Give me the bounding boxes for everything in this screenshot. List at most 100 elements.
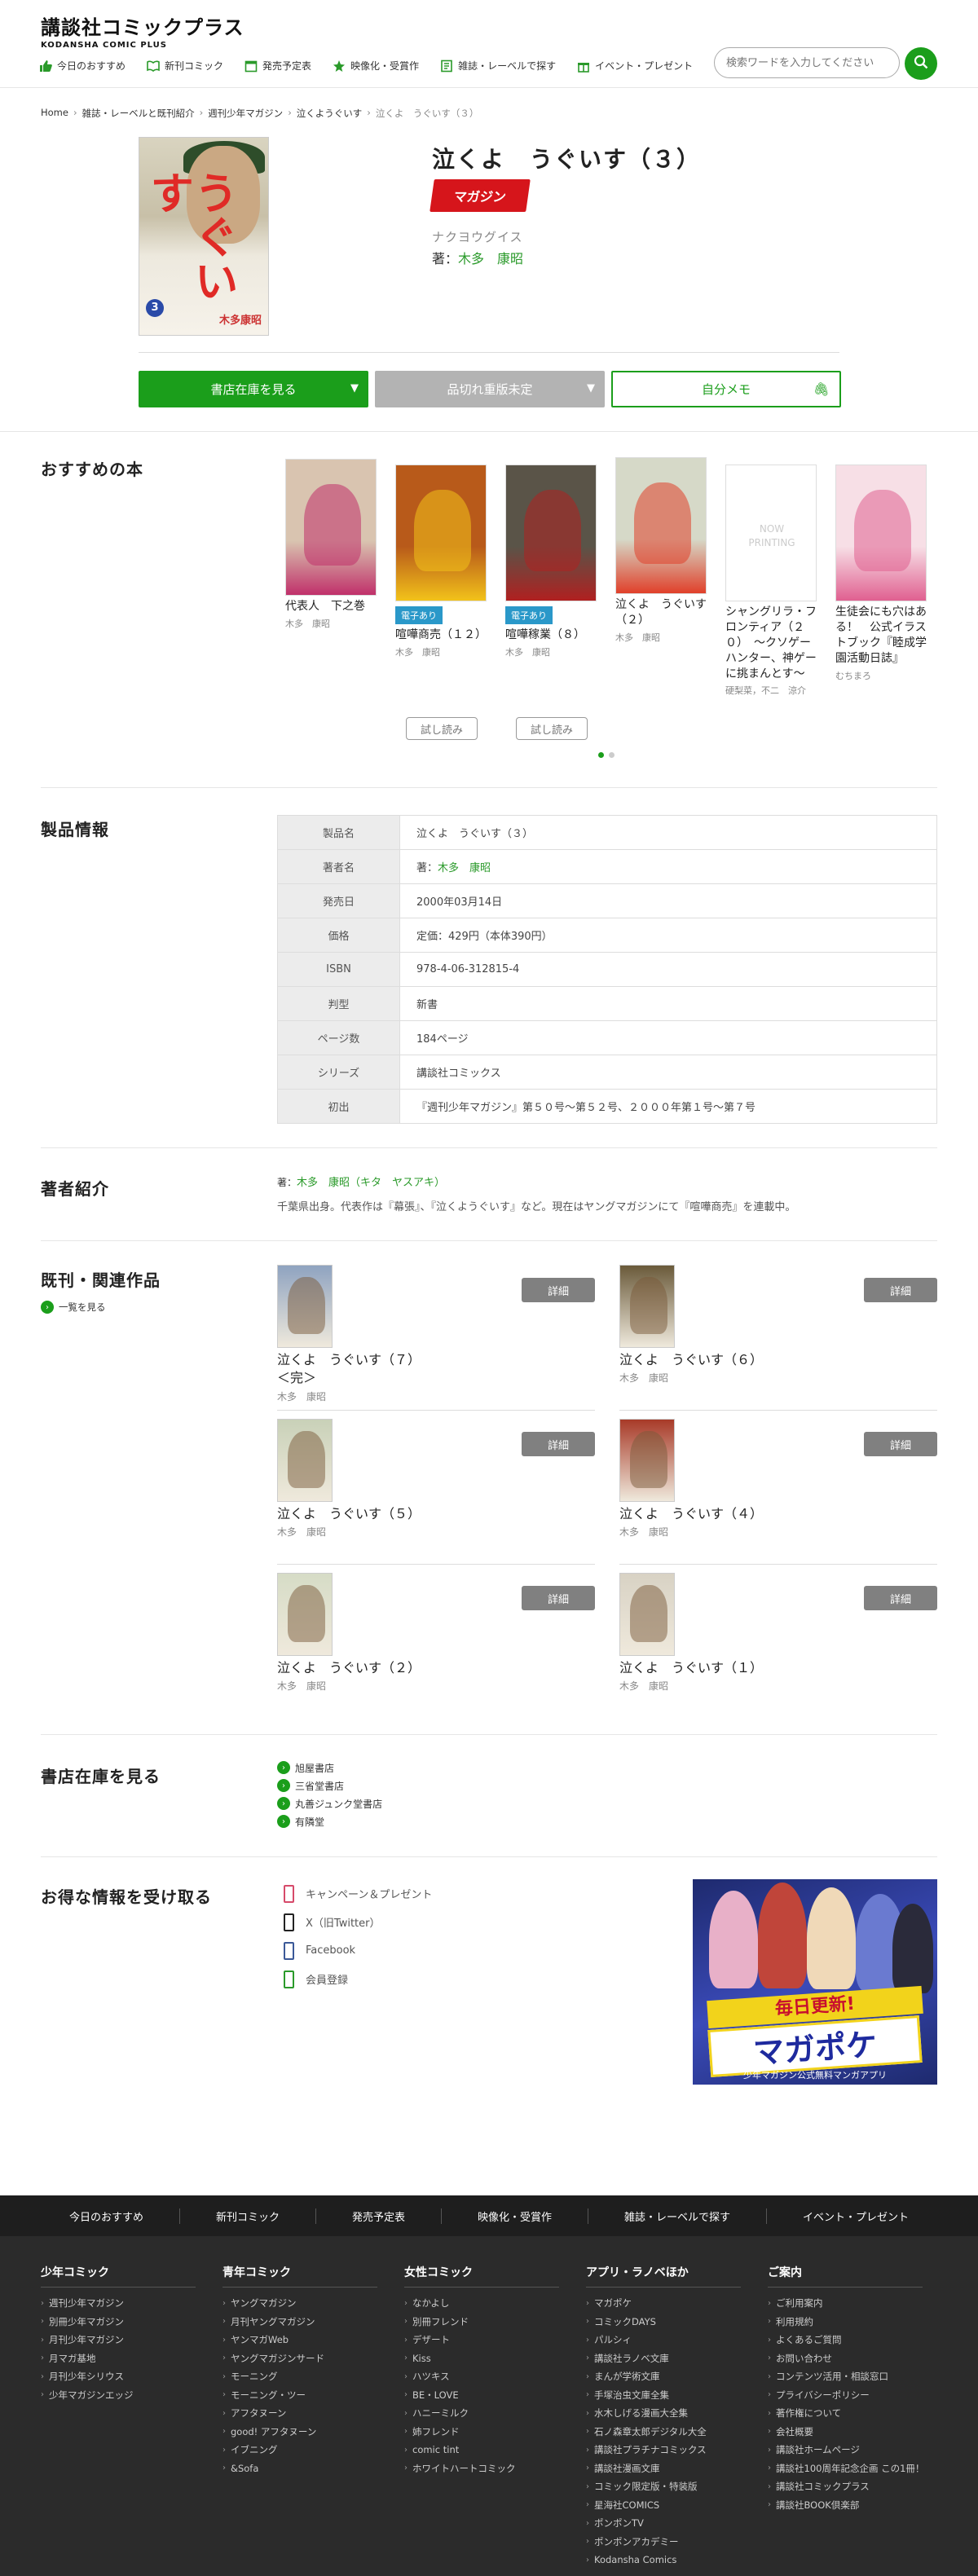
breadcrumb-series[interactable]: 泣くようぐいす <box>297 107 363 120</box>
footer-link[interactable]: › 講談社100周年記念企画 この1冊！ <box>768 2459 931 2478</box>
recommend-item[interactable]: NOW PRINTING シャングリラ・フロンティア（２０） ～クソゲーハンター、… <box>725 465 817 697</box>
store-link[interactable]: › 丸善ジュンク堂書店 <box>277 1794 382 1812</box>
footer-link[interactable]: › 別冊フレンド <box>404 2313 567 2332</box>
related-cover[interactable] <box>619 1419 675 1502</box>
campaign-link[interactable]: キャンペーン＆プレゼント <box>284 1879 432 1908</box>
footer-link[interactable]: › モーニング <box>222 2367 385 2386</box>
footer-link[interactable]: › ヤングマガジンサード <box>222 2349 385 2368</box>
recommend-cover[interactable]: NOW PRINTING <box>725 465 817 601</box>
breadcrumb-home[interactable]: Home <box>41 107 68 120</box>
detail-button[interactable]: 詳細 <box>864 1432 937 1456</box>
detail-button[interactable]: 詳細 <box>522 1586 595 1610</box>
related-cover[interactable] <box>277 1573 333 1656</box>
footer-link[interactable]: › 少年マガジンエッジ <box>41 2386 204 2405</box>
footer-link[interactable]: › 月刊ヤングマガジン <box>222 2313 385 2332</box>
related-cover[interactable] <box>619 1573 675 1656</box>
recommend-item-title[interactable]: 生徒会にも穴はある！ 公式イラストブック『睦成学園活動日誌』 <box>835 605 927 667</box>
footer-link[interactable]: › 講談社ラノベ文庫 <box>586 2349 749 2368</box>
recommend-item-title[interactable]: 泣くよ うぐいす（２） <box>615 597 707 628</box>
recommend-item-title[interactable]: 喧嘩稼業（８） <box>505 627 597 643</box>
footer-link[interactable]: › ポンポンアカデミー <box>586 2533 749 2552</box>
footer-link[interactable]: › パルシィ <box>586 2331 749 2349</box>
footer-link[interactable]: › コミック限定版・特装版 <box>586 2477 749 2496</box>
footer-link[interactable]: › Kiss <box>404 2349 567 2368</box>
magazine-logo[interactable]: マガジン <box>430 179 531 212</box>
recommend-item[interactable]: 代表人 下之巻 木多 康昭 <box>285 459 377 630</box>
related-cover[interactable] <box>277 1419 333 1502</box>
footer-link[interactable]: › comic tint <box>404 2441 567 2459</box>
footer-link[interactable]: › プライバシーポリシー <box>768 2386 931 2405</box>
footer-link[interactable]: › ハニーミルク <box>404 2404 567 2423</box>
author-link[interactable]: 木多 康昭 <box>438 862 491 874</box>
footer-nav-item[interactable]: 雑誌・レーベルで探す <box>588 2208 768 2224</box>
detail-button[interactable]: 詳細 <box>864 1278 937 1302</box>
related-title[interactable]: 泣くよ うぐいす（２） <box>277 1659 421 1677</box>
footer-link[interactable]: › 手塚治虫文庫全集 <box>586 2386 749 2405</box>
view-all-link[interactable]: › 一覧を見る <box>41 1301 106 1314</box>
register-link[interactable]: 会員登録 <box>284 1965 432 1993</box>
carousel-dot-active[interactable] <box>598 752 604 758</box>
footer-nav-item[interactable]: 映像化・受賞作 <box>442 2208 589 2224</box>
related-title[interactable]: 泣くよ うぐいす（７）＜完＞ <box>277 1351 416 1388</box>
footer-link[interactable]: › 講談社コミックプラス <box>768 2477 931 2496</box>
footer-link[interactable]: › マガポケ <box>586 2294 749 2313</box>
footer-nav-item[interactable]: 発売予定表 <box>316 2208 442 2224</box>
recommend-item[interactable]: 泣くよ うぐいす（２） 木多 康昭 <box>615 457 707 644</box>
footer-link[interactable]: › コンテンツ活用・相談窓口 <box>768 2367 931 2386</box>
footer-link[interactable]: › 月刊少年シリウス <box>41 2367 204 2386</box>
facebook-link[interactable]: Facebook <box>284 1936 432 1965</box>
nav-magazines[interactable]: 雑誌・レーベルで探す <box>440 59 556 73</box>
author-link[interactable]: 木多 康昭 <box>458 251 523 266</box>
search-input[interactable] <box>714 47 900 78</box>
footer-link[interactable]: › 著作権について <box>768 2404 931 2423</box>
related-title[interactable]: 泣くよ うぐいす（５） <box>277 1505 421 1523</box>
recommend-cover[interactable] <box>285 459 377 596</box>
nav-events[interactable]: イベント・プレゼント <box>577 59 693 73</box>
footer-link[interactable]: › 講談社BOOK倶楽部 <box>768 2496 931 2515</box>
recommend-item[interactable]: 電子あり 喧嘩稼業（８） 木多 康昭 <box>505 465 597 658</box>
footer-link[interactable]: › 石ノ森章太郎デジタル大全 <box>586 2423 749 2442</box>
footer-link[interactable]: › 週刊少年マガジン <box>41 2294 204 2313</box>
related-cover[interactable] <box>619 1265 675 1348</box>
footer-link[interactable]: › 講談社プラチナコミックス <box>586 2441 749 2459</box>
footer-link[interactable]: › BE・LOVE <box>404 2386 567 2405</box>
trial-read-button[interactable]: 試し読み <box>406 717 478 740</box>
recommend-item-title[interactable]: シャングリラ・フロンティア（２０） ～クソゲーハンター、神ゲーに挑まんとす～ <box>725 605 817 681</box>
footer-link[interactable]: › イブニング <box>222 2441 385 2459</box>
related-title[interactable]: 泣くよ うぐいす（１） <box>619 1659 763 1677</box>
recommend-item-title[interactable]: 代表人 下之巻 <box>285 599 377 614</box>
footer-link[interactable]: › ヤングマガジン <box>222 2294 385 2313</box>
footer-link[interactable]: › 会社概要 <box>768 2423 931 2442</box>
footer-link[interactable]: › ポンポンTV <box>586 2514 749 2533</box>
recommend-cover[interactable] <box>615 457 707 594</box>
related-title[interactable]: 泣くよ うぐいす（６） <box>619 1351 763 1369</box>
footer-link[interactable]: › 姉フレンド <box>404 2423 567 2442</box>
nav-new-comics[interactable]: 新刊コミック <box>147 59 223 73</box>
nav-awards[interactable]: 映像化・受賞作 <box>333 59 419 73</box>
store-link[interactable]: › 有隣堂 <box>277 1812 382 1830</box>
footer-nav-item[interactable]: 今日のおすすめ <box>33 2208 180 2224</box>
footer-link[interactable]: › good! アフタヌーン <box>222 2423 385 2442</box>
footer-link[interactable]: › お問い合わせ <box>768 2349 931 2368</box>
footer-link[interactable]: › よくあるご質問 <box>768 2331 931 2349</box>
recommend-cover[interactable] <box>505 465 597 601</box>
x-twitter-link[interactable]: X（旧Twitter） <box>284 1908 432 1936</box>
footer-link[interactable]: › まんが学術文庫 <box>586 2367 749 2386</box>
breadcrumb-magazines[interactable]: 雑誌・レーベルと既刊紹介 <box>82 107 195 120</box>
detail-button[interactable]: 詳細 <box>864 1586 937 1610</box>
out-of-stock-button[interactable]: 品切れ重版未定 ▼ <box>375 371 605 407</box>
breadcrumb-magazine[interactable]: 週刊少年マガジン <box>208 107 283 120</box>
footer-link[interactable]: › コミックDAYS <box>586 2313 749 2332</box>
recommend-item-title[interactable]: 喧嘩商売（１２） <box>395 627 487 643</box>
site-logo[interactable]: 講談社コミックプラス KODANSHA COMIC PLUS <box>41 11 244 50</box>
book-cover[interactable]: うぐいす 3 木多康昭 <box>139 137 269 336</box>
footer-link[interactable]: › 水木しげる漫画大全集 <box>586 2404 749 2423</box>
carousel-dot[interactable] <box>609 752 615 758</box>
footer-link[interactable]: › Kodansha Comics <box>586 2551 749 2569</box>
memo-button[interactable]: 自分メモ 🖇 <box>611 371 841 407</box>
recommend-cover[interactable] <box>835 465 927 601</box>
footer-link[interactable]: › モーニング・ツー <box>222 2386 385 2405</box>
footer-link[interactable]: › 月マガ基地 <box>41 2349 204 2368</box>
footer-nav-item[interactable]: イベント・プレゼント <box>767 2208 945 2224</box>
footer-link[interactable]: › &Sofa <box>222 2459 385 2478</box>
